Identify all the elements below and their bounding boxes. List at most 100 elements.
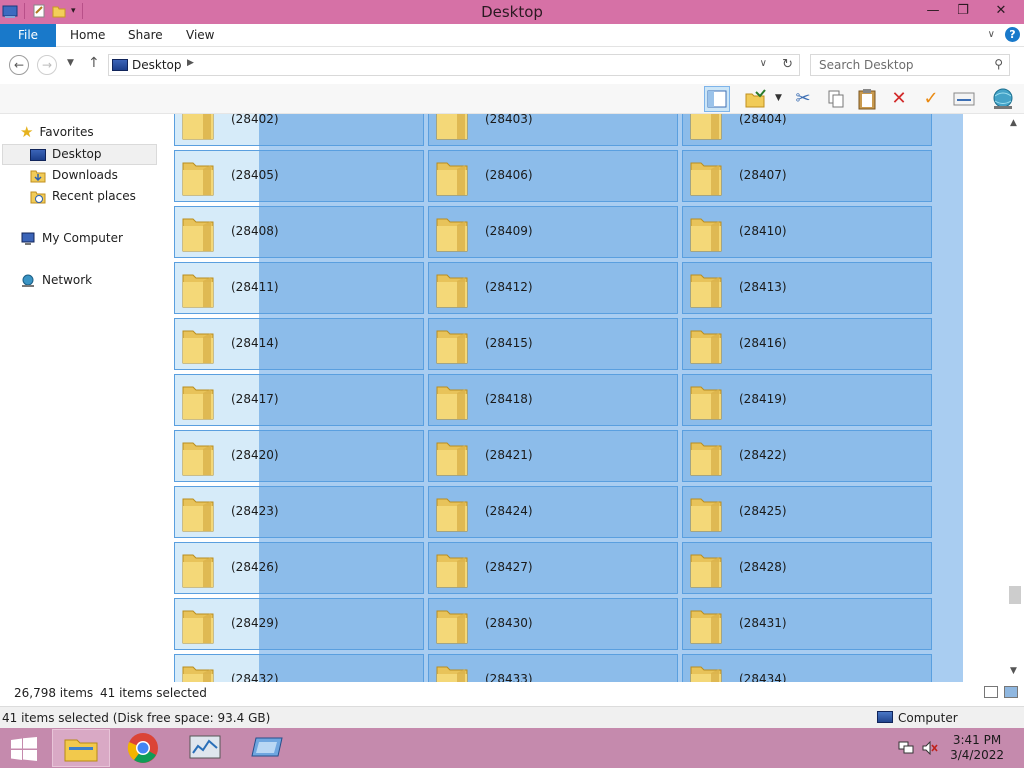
folder-tile[interactable]: (28415): [428, 318, 678, 370]
network-globe-icon[interactable]: [990, 86, 1016, 112]
folder-tile[interactable]: (28430): [428, 598, 678, 650]
folder-tile[interactable]: (28402): [174, 114, 424, 146]
forward-button[interactable]: →: [37, 55, 57, 75]
folder-tile[interactable]: (28411): [174, 262, 424, 314]
folder-tile[interactable]: (28413): [682, 262, 932, 314]
folder-tile[interactable]: (28427): [428, 542, 678, 594]
details-view-icon[interactable]: [984, 686, 998, 698]
taskbar-chrome[interactable]: [114, 729, 172, 767]
folder-tile[interactable]: (28421): [428, 430, 678, 482]
volume-muted-icon[interactable]: [922, 741, 938, 755]
address-location[interactable]: Desktop: [132, 58, 182, 72]
copy-icon[interactable]: [823, 86, 849, 112]
folder-tile[interactable]: (28429): [174, 598, 424, 650]
folder-tile[interactable]: (28433): [428, 654, 678, 682]
folder-tile[interactable]: (28408): [174, 206, 424, 258]
up-button[interactable]: ↑: [88, 55, 100, 71]
folder-name: (28427): [485, 560, 533, 574]
address-history-icon[interactable]: ∨: [760, 58, 767, 69]
start-windows-icon[interactable]: [10, 737, 38, 761]
folder-tile[interactable]: (28422): [682, 430, 932, 482]
breadcrumb-arrow-icon[interactable]: ▶: [187, 58, 194, 68]
large-icons-view-icon[interactable]: [1004, 686, 1018, 698]
folder-icon: [182, 330, 214, 364]
minimize-button[interactable]: —: [918, 0, 948, 22]
folder-tile[interactable]: (28428): [682, 542, 932, 594]
folder-icon: [690, 386, 722, 420]
search-input[interactable]: Search Desktop: [819, 58, 914, 72]
tab-share[interactable]: Share: [128, 24, 163, 47]
close-button[interactable]: ✕: [978, 0, 1024, 22]
folder-tile[interactable]: (28410): [682, 206, 932, 258]
help-icon[interactable]: ?: [1005, 27, 1020, 42]
folder-tile[interactable]: (28432): [174, 654, 424, 682]
folder-tile[interactable]: (28409): [428, 206, 678, 258]
folder-tile[interactable]: (28426): [174, 542, 424, 594]
nav-item-desktop[interactable]: Desktop: [2, 144, 157, 165]
folder-icon: [436, 442, 468, 476]
delete-icon[interactable]: ✕: [886, 86, 912, 112]
folder-tile[interactable]: (28419): [682, 374, 932, 426]
folder-row: (28432) (28433) (28434): [174, 654, 934, 682]
preview-pane-icon[interactable]: [704, 86, 730, 112]
folder-options-icon[interactable]: [742, 86, 768, 112]
folder-tile[interactable]: (28423): [174, 486, 424, 538]
address-bar[interactable]: Desktop ▶ ∨ ↻: [108, 54, 800, 76]
nav-favorites[interactable]: ★ Favorites: [20, 122, 94, 143]
folder-row: (28429) (28430) (28431): [174, 598, 934, 650]
folder-icon: [690, 666, 722, 682]
folder-tile[interactable]: (28406): [428, 150, 678, 202]
system-clock[interactable]: 3:41 PM 3/4/2022: [950, 733, 1004, 763]
nav-my-computer[interactable]: My Computer: [20, 228, 123, 249]
nav-item-downloads[interactable]: Downloads: [30, 165, 118, 186]
scroll-down-icon[interactable]: ▼: [1010, 666, 1017, 676]
scroll-thumb[interactable]: [1009, 586, 1021, 604]
taskbar-file-explorer[interactable]: [52, 729, 110, 767]
file-list-view[interactable]: (28402) (28403) (28404) (28405) (28406) (2840…: [170, 114, 1006, 682]
expand-ribbon-icon[interactable]: ∨: [988, 29, 995, 40]
restore-button[interactable]: ❐: [948, 0, 978, 22]
paste-icon[interactable]: [854, 86, 880, 112]
back-button[interactable]: ←: [9, 55, 29, 75]
rename-check-icon[interactable]: ✓: [918, 86, 944, 112]
clock-time: 3:41 PM: [952, 733, 1002, 747]
refresh-icon[interactable]: ↻: [782, 57, 793, 72]
folder-icon: [436, 162, 468, 196]
folder-options-dropdown-icon[interactable]: ▼: [775, 93, 782, 103]
tab-view[interactable]: View: [186, 24, 214, 47]
folder-tile[interactable]: (28412): [428, 262, 678, 314]
folder-tile[interactable]: (28407): [682, 150, 932, 202]
details-status-bar: 41 items selected (Disk free space: 93.4…: [0, 706, 1024, 728]
search-box[interactable]: Search Desktop ⚲: [810, 54, 1010, 76]
folder-icon: [182, 274, 214, 308]
folder-name: (28402): [231, 114, 279, 126]
search-icon[interactable]: ⚲: [994, 57, 1003, 71]
folder-tile[interactable]: (28405): [174, 150, 424, 202]
taskbar-remote-desktop[interactable]: [238, 729, 296, 767]
folder-tile[interactable]: (28425): [682, 486, 932, 538]
folder-tile[interactable]: (28434): [682, 654, 932, 682]
folder-name: (28420): [231, 448, 279, 462]
nav-network[interactable]: Network: [20, 270, 92, 291]
folder-tile[interactable]: (28418): [428, 374, 678, 426]
taskbar-resource-monitor[interactable]: [176, 729, 234, 767]
folder-tile[interactable]: (28420): [174, 430, 424, 482]
scroll-up-icon[interactable]: ▲: [1010, 118, 1017, 128]
folder-name: (28432): [231, 672, 279, 682]
folder-tile[interactable]: (28416): [682, 318, 932, 370]
folder-tile[interactable]: (28403): [428, 114, 678, 146]
vertical-scrollbar[interactable]: ▲ ▼: [1006, 114, 1024, 682]
recent-locations-icon[interactable]: ▼: [67, 58, 74, 68]
tab-file[interactable]: File: [0, 24, 56, 47]
folder-tile[interactable]: (28417): [174, 374, 424, 426]
nav-item-recent-places[interactable]: Recent places: [30, 186, 136, 207]
properties-toolbar-icon[interactable]: [951, 86, 977, 112]
folder-tile[interactable]: (28404): [682, 114, 932, 146]
tab-home[interactable]: Home: [70, 24, 105, 47]
folder-tile[interactable]: (28424): [428, 486, 678, 538]
folder-tile[interactable]: (28414): [174, 318, 424, 370]
network-tray-icon[interactable]: [898, 741, 914, 755]
cut-icon[interactable]: ✂: [790, 86, 816, 112]
folder-icon: [182, 218, 214, 252]
folder-tile[interactable]: (28431): [682, 598, 932, 650]
